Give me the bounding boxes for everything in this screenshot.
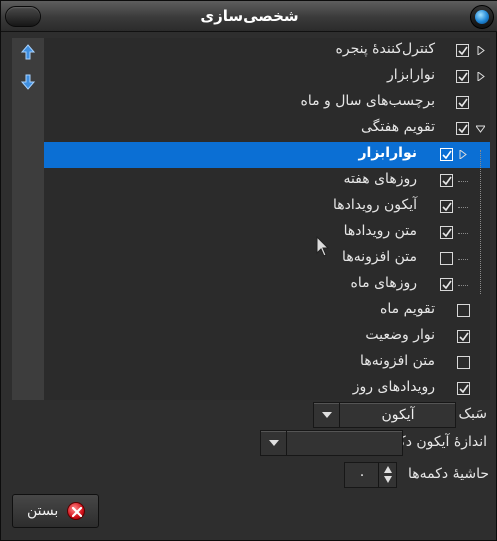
row-checkbox[interactable] [457, 304, 470, 317]
move-down-button[interactable] [20, 74, 36, 90]
row-label: روزهای ماه [350, 275, 417, 291]
element-tree[interactable]: کنترل‌کنندهٔ پنجره نوارابزار برچسب‌های سال… [44, 38, 490, 400]
row-checkbox[interactable] [456, 96, 469, 109]
tree-row[interactable]: تقویم ماه [44, 298, 490, 324]
spinner-buttons[interactable] [378, 463, 396, 487]
tree-row[interactable]: تقویم هفتگی [44, 116, 490, 142]
checkmark-icon [442, 176, 452, 186]
tree-row[interactable]: روزهای هفته [44, 168, 490, 194]
checkmark-icon [442, 202, 452, 212]
row-label: آیکون رویدادها [332, 197, 417, 213]
spin-up-icon[interactable] [383, 466, 392, 473]
checkmark-icon [458, 46, 468, 56]
checkmark-icon [458, 124, 468, 134]
tree-connector [458, 181, 468, 182]
row-checkbox[interactable] [456, 122, 469, 135]
tree-connector [480, 150, 481, 294]
tree-row[interactable]: برچسب‌های سال و ماه [44, 90, 490, 116]
tree-row[interactable]: متن رویدادها [44, 220, 490, 246]
row-label: رویدادهای روز [352, 379, 435, 395]
checkmark-icon [459, 332, 469, 342]
arrow-up-icon [20, 44, 36, 60]
icon-size-combo[interactable] [260, 430, 403, 456]
checkmark-icon [442, 280, 452, 290]
row-label: نوارابزار [358, 145, 417, 161]
row-label: نوار وضعیت [365, 327, 435, 343]
checkmark-icon [442, 150, 452, 160]
style-label: سَبک [458, 406, 488, 422]
tree-connector [458, 207, 468, 208]
button-padding-value: ۰ [358, 467, 366, 483]
row-checkbox[interactable] [440, 148, 453, 161]
row-label: نوارابزار [387, 67, 435, 83]
tree-row[interactable]: متن افزونه‌ها [44, 246, 490, 272]
style-combo[interactable]: آیکون [313, 402, 456, 428]
tree-connector [458, 233, 468, 234]
mouse-pointer-icon [316, 236, 330, 257]
tree-row[interactable]: نوارابزار [44, 64, 490, 90]
row-checkbox[interactable] [457, 382, 470, 395]
button-padding-spinner[interactable]: ۰ [344, 462, 397, 488]
row-label: متن افزونه‌ها [342, 249, 417, 265]
tree-row[interactable]: کنترل‌کنندهٔ پنجره [44, 38, 490, 64]
row-label: متن افزونه‌ها [360, 353, 435, 369]
tree-row[interactable]: متن افزونه‌ها [44, 350, 490, 376]
close-window-button[interactable] [470, 5, 494, 29]
row-checkbox[interactable] [456, 44, 469, 57]
row-checkbox[interactable] [440, 252, 453, 265]
style-value: آیکون [381, 407, 415, 423]
close-icon [67, 502, 85, 520]
row-checkbox[interactable] [440, 200, 453, 213]
row-label: تقویم هفتگی [361, 119, 435, 135]
tree-row[interactable]: رویدادهای روز [44, 376, 490, 402]
row-checkbox[interactable] [457, 330, 470, 343]
tree-connector [458, 259, 468, 260]
checkmark-icon [458, 98, 468, 108]
reorder-strip [12, 38, 44, 400]
tree-row[interactable]: آیکون رویدادها [44, 194, 490, 220]
customize-window: شخصی‌سازی کنترل‌کنندهٔ پنجره نوارابزار برچ… [0, 0, 497, 541]
tree-row[interactable]: روزهای ماه [44, 272, 490, 298]
icon-size-dropdown-button[interactable] [261, 431, 287, 455]
tree-row[interactable]: نوار وضعیت [44, 324, 490, 350]
tree-row[interactable]: نوارابزار [44, 142, 490, 168]
row-label: متن رویدادها [343, 223, 417, 239]
row-label: روزهای هفته [343, 171, 417, 187]
expander-placeholder [476, 98, 485, 107]
window-title: شخصی‌سازی [200, 7, 299, 25]
close-button[interactable]: بستن [12, 494, 99, 528]
button-padding-label: حاشیهٔ دکمه‌ها [408, 466, 489, 482]
row-checkbox[interactable] [440, 174, 453, 187]
chevron-down-icon [322, 412, 332, 418]
checkmark-icon [459, 384, 469, 394]
row-checkbox[interactable] [457, 356, 470, 369]
title-bar[interactable]: شخصی‌سازی [1, 1, 497, 32]
style-dropdown-button[interactable] [314, 403, 340, 427]
close-button-label: بستن [27, 503, 59, 519]
expander-expanded-icon[interactable] [476, 124, 485, 133]
spin-down-icon[interactable] [383, 476, 392, 483]
expander-collapsed-icon[interactable] [476, 46, 485, 55]
orb-icon [475, 10, 489, 24]
checkmark-icon [442, 228, 452, 238]
row-label: برچسب‌های سال و ماه [300, 93, 436, 109]
tree-connector [458, 285, 468, 286]
row-label: کنترل‌کنندهٔ پنجره [335, 41, 435, 57]
row-checkbox[interactable] [440, 226, 453, 239]
arrow-down-icon [20, 74, 36, 90]
move-up-button[interactable] [20, 44, 36, 60]
row-checkbox[interactable] [440, 278, 453, 291]
expander-collapsed-icon[interactable] [458, 150, 467, 159]
row-checkbox[interactable] [456, 70, 469, 83]
checkmark-icon [458, 72, 468, 82]
expander-collapsed-icon[interactable] [476, 72, 485, 81]
row-label: تقویم ماه [380, 301, 435, 317]
chevron-down-icon [269, 440, 279, 446]
